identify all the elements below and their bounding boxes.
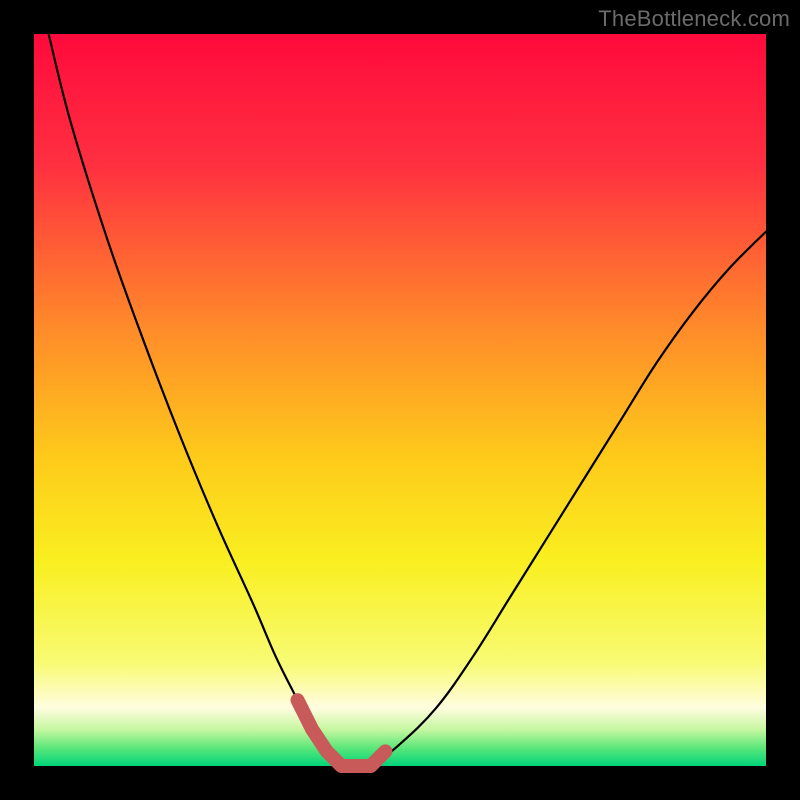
bottleneck-chart [0, 0, 800, 800]
chart-container: TheBottleneck.com [0, 0, 800, 800]
watermark-text: TheBottleneck.com [598, 6, 790, 32]
plot-area [34, 34, 766, 766]
